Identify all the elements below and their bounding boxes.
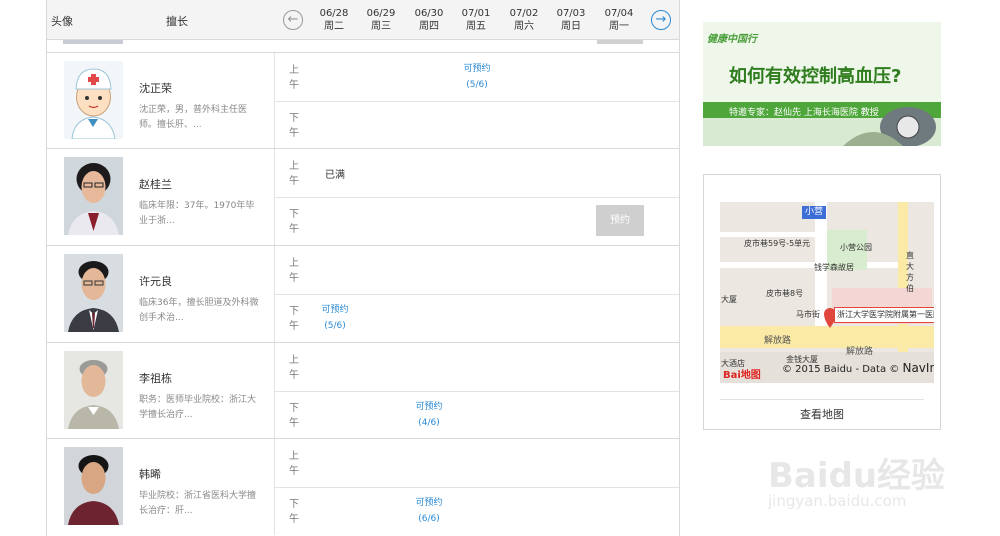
- map-panel: 小营 皮市巷59号-5单元 小营公园 钱学森故居 皮市巷8号 马市街 大厦 直大…: [703, 174, 941, 430]
- map-place-label: 直大方伯: [906, 251, 914, 293]
- day-column-5: 07/02 周六: [509, 8, 539, 32]
- previous-row-button-fragment[interactable]: [597, 40, 643, 44]
- map-place-label: 马市街: [796, 310, 820, 319]
- day-column-7: 07/04 周一: [604, 8, 634, 32]
- doctor-row: 许元良 临床36年，擅长胆道及外科微创手术治... 上午 下午 可预约 (5/6…: [47, 245, 679, 342]
- doctor-row: 沈正荣 沈正荣，男，普外科主任医师。擅长肝、... 上午 下午 可预约 (5/6…: [47, 52, 679, 149]
- doctor-photo: [64, 254, 123, 332]
- ad-title: 如何有效控制高血压?: [729, 66, 902, 87]
- day-column-1: 06/28 周二: [319, 8, 349, 32]
- period-pm-label: 下午: [289, 209, 299, 235]
- doctor-name[interactable]: 沈正荣: [139, 80, 172, 96]
- day-column-4: 07/01 周五: [461, 8, 491, 32]
- period-pm-label: 下午: [289, 306, 299, 332]
- doctor-row: 韩晞 毕业院校：浙江省医科大学擅长治疗：肝... 上午 下午 可预约 (6/6): [47, 438, 679, 535]
- period-am-label: 上午: [289, 65, 299, 91]
- header-expert-label: 擅长: [166, 15, 188, 28]
- period-am-label: 上午: [289, 161, 299, 187]
- doctor-name[interactable]: 韩晞: [139, 466, 161, 482]
- period-am-label: 上午: [289, 355, 299, 381]
- slot-full-status: 已满: [325, 170, 345, 181]
- doctor-description: 职务：医师毕业院校：浙江大学擅长治疗...: [139, 395, 257, 420]
- doctor-photo: [64, 157, 123, 235]
- map-place-label: 皮市巷59号-5单元: [744, 239, 811, 248]
- map-copyright: © 2015 Baidu - Data © NavInfo: [782, 361, 934, 375]
- arrow-left-circle-icon[interactable]: ←: [283, 10, 303, 30]
- divider: [720, 399, 924, 400]
- day-column-6: 07/03 周日: [556, 8, 586, 32]
- baidu-jingyan-watermark: Baidu经验 jingyan.baidu.com: [768, 456, 946, 510]
- book-button[interactable]: 预约: [596, 205, 644, 236]
- map-road-label: 解放路: [846, 347, 874, 357]
- divider: [274, 101, 679, 102]
- map-place-label: 皮市巷8号: [766, 289, 804, 298]
- doctor-photo: [64, 351, 123, 429]
- divider: [274, 391, 679, 392]
- divider: [274, 197, 679, 198]
- doctor-photo: [64, 447, 123, 525]
- available-slot-link[interactable]: 可预约 (5/6): [452, 61, 502, 93]
- doctor-avatar: [64, 61, 123, 139]
- available-slot-link[interactable]: 可预约 (4/6): [404, 399, 454, 431]
- ad-logo: 健康中国行: [707, 34, 757, 45]
- map-metro-station-label: 小营: [802, 206, 827, 219]
- map-place-label: 钱学森故居: [814, 263, 854, 272]
- period-pm-label: 下午: [289, 403, 299, 429]
- divider: [274, 294, 679, 295]
- doctor-description: 临床年限：37年。1970年毕业于浙...: [139, 201, 255, 226]
- map-location-popup[interactable]: 浙江大学医学院附属第一医院: [834, 307, 934, 323]
- map-place-label: 小营公园: [840, 243, 872, 252]
- doctor-description: 临床36年，擅长胆道及外科微创手术治...: [139, 298, 259, 323]
- ad-expert-line: 特邀专家：赵仙先 上海长海医院 教授: [729, 108, 879, 118]
- map-image[interactable]: 小营 皮市巷59号-5单元 小营公园 钱学森故居 皮市巷8号 马市街 大厦 直大…: [720, 202, 934, 383]
- schedule-header: 头像 擅长 ← 06/28 周二 06/29 周三 06/30 周四 07/01 周五 …: [47, 0, 679, 40]
- doctor-name[interactable]: 李祖栋: [139, 370, 172, 386]
- doctor-row: 赵桂兰 临床年限：37年。1970年毕业于浙... 上午 下午 已满 预约: [47, 148, 679, 245]
- schedule-table: 头像 擅长 ← 06/28 周二 06/29 周三 06/30 周四 07/01 周五 …: [46, 0, 680, 536]
- doctor-name[interactable]: 许元良: [139, 273, 172, 289]
- previous-row-photo-fragment: [63, 40, 123, 44]
- period-pm-label: 下午: [289, 113, 299, 139]
- doctor-name[interactable]: 赵桂兰: [139, 176, 172, 192]
- available-slot-link[interactable]: 可预约 (6/6): [404, 495, 454, 527]
- header-avatar-label: 头像: [51, 15, 73, 28]
- doctor-description: 毕业院校：浙江省医科大学擅长治疗：肝...: [139, 491, 257, 516]
- hypertension-ad-banner[interactable]: 健康中国行 如何有效控制高血压? 特邀专家：赵仙先 上海长海医院 教授: [703, 22, 941, 146]
- view-map-link[interactable]: 查看地图: [704, 406, 940, 422]
- day-column-2: 06/29 周三: [366, 8, 396, 32]
- doctor-row: 李祖栋 职务：医师毕业院校：浙江大学擅长治疗... 上午 下午 可预约 (4/6…: [47, 342, 679, 439]
- day-column-3: 06/30 周四: [414, 8, 444, 32]
- divider: [274, 487, 679, 488]
- period-pm-label: 下午: [289, 499, 299, 525]
- available-slot-link[interactable]: 可预约 (5/6): [310, 302, 360, 334]
- arrow-right-circle-icon[interactable]: →: [651, 10, 671, 30]
- period-am-label: 上午: [289, 451, 299, 477]
- map-place-label: 大厦: [721, 295, 737, 304]
- baidu-map-logo: Bai地图: [723, 370, 761, 381]
- period-am-label: 上午: [289, 258, 299, 284]
- doctor-description: 沈正荣，男，普外科主任医师。擅长肝、...: [139, 105, 248, 130]
- map-road-label: 解放路: [764, 336, 792, 346]
